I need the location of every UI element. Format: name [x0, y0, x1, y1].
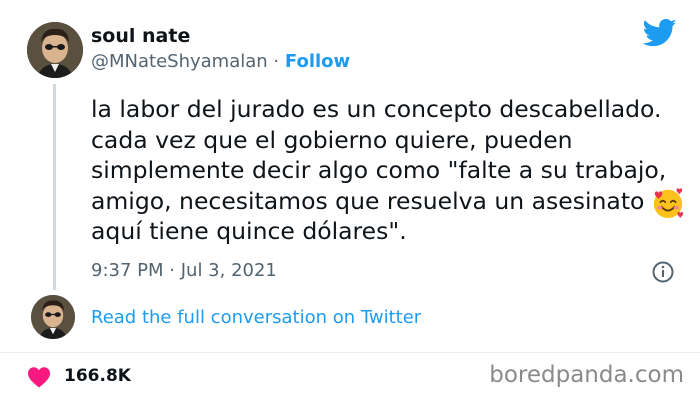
- watermark: boredpanda.com: [489, 362, 684, 388]
- meta-separator: ·: [169, 260, 175, 281]
- tweet-date[interactable]: Jul 3, 2021: [181, 260, 277, 281]
- footer-divider: [0, 352, 700, 353]
- author-avatar[interactable]: [27, 22, 83, 78]
- thread-line: [53, 84, 56, 290]
- tweet-meta: 9:37 PM · Jul 3, 2021: [91, 260, 277, 281]
- handle-separator: ·: [273, 51, 280, 72]
- conversation-avatar[interactable]: [31, 295, 75, 339]
- smiling-face-with-hearts-icon: [653, 188, 684, 219]
- author-name[interactable]: soul nate: [91, 25, 190, 47]
- twitter-bird-icon[interactable]: [643, 18, 677, 48]
- info-icon[interactable]: [651, 260, 675, 284]
- author-handle[interactable]: @MNateShyamalan: [91, 51, 268, 72]
- read-conversation-link[interactable]: Read the full conversation on Twitter: [91, 307, 421, 328]
- heart-icon[interactable]: [27, 366, 51, 388]
- author-handle-row: @MNateShyamalan · Follow: [91, 51, 350, 72]
- follow-button[interactable]: Follow: [285, 51, 350, 72]
- like-count[interactable]: 166.8K: [64, 366, 131, 386]
- tweet-time[interactable]: 9:37 PM: [91, 260, 164, 281]
- tweet-text: la labor del jurado es un concepto desca…: [91, 95, 667, 245]
